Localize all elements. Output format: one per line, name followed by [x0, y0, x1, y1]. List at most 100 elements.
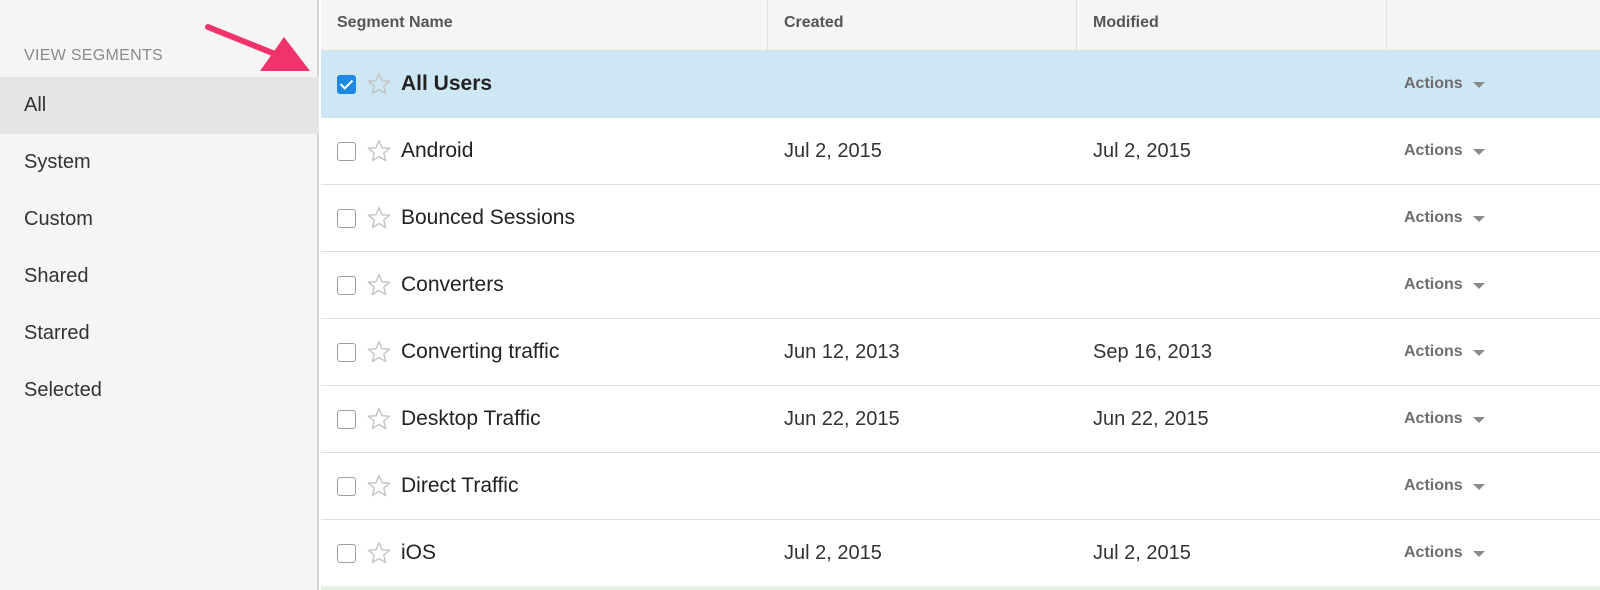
next-row-edge	[321, 586, 1600, 590]
actions-cell: Actions	[1387, 520, 1600, 587]
modified-date: Jul 2, 2015	[1093, 139, 1191, 162]
created-date: Jun 22, 2015	[784, 407, 900, 430]
segment-name[interactable]: Direct Traffic	[401, 474, 518, 498]
row-checkbox[interactable]	[337, 342, 356, 362]
caret-down-icon	[1472, 350, 1485, 356]
actions-label: Actions	[1404, 477, 1463, 494]
star-icon[interactable]	[366, 71, 392, 97]
created-date	[768, 185, 1077, 252]
segment-name[interactable]: iOS	[401, 541, 436, 565]
modified-date: Jun 22, 2015	[1093, 407, 1209, 430]
actions-dropdown[interactable]: Actions	[1404, 410, 1485, 428]
actions-dropdown[interactable]: Actions	[1404, 544, 1485, 562]
caret-down-icon	[1472, 283, 1485, 289]
actions-dropdown[interactable]: Actions	[1404, 209, 1485, 227]
table-row[interactable]: Android Jul 2, 2015 Jul 2, 2015 Actions	[321, 118, 1600, 185]
table-header: Segment Name Created Modified	[321, 0, 1600, 51]
actions-dropdown[interactable]: Actions	[1404, 477, 1485, 495]
caret-down-icon	[1472, 82, 1485, 88]
row-checkbox[interactable]	[337, 74, 356, 94]
star-icon[interactable]	[366, 406, 392, 432]
caret-down-icon	[1472, 216, 1485, 222]
segment-name-cell: Converting traffic	[321, 319, 768, 386]
row-checkbox[interactable]	[337, 141, 356, 161]
column-header-actions	[1387, 0, 1600, 51]
actions-cell: Actions	[1387, 252, 1600, 319]
segment-name[interactable]: All Users	[401, 72, 492, 96]
sidebar: VIEW SEGMENTS All System Custom Shared S…	[0, 0, 319, 590]
sidebar-item-all[interactable]: All	[0, 77, 319, 134]
modified-date	[1077, 252, 1387, 319]
actions-cell: Actions	[1387, 51, 1600, 118]
created-date	[768, 51, 1077, 118]
segment-name[interactable]: Android	[401, 139, 473, 163]
sidebar-heading: VIEW SEGMENTS	[24, 47, 164, 64]
actions-dropdown[interactable]: Actions	[1404, 142, 1485, 160]
actions-dropdown[interactable]: Actions	[1404, 276, 1485, 294]
star-icon[interactable]	[366, 272, 392, 298]
table-body: All Users Actions Android Jul 2, 2015 Jul 2,…	[321, 51, 1600, 587]
segment-name-cell: All Users	[321, 51, 768, 118]
modified-date	[1077, 453, 1387, 520]
sidebar-item-starred[interactable]: Starred	[0, 305, 319, 362]
caret-down-icon	[1472, 149, 1485, 155]
star-icon[interactable]	[366, 339, 392, 365]
actions-cell: Actions	[1387, 185, 1600, 252]
modified-date: Jul 2, 2015	[1093, 541, 1191, 564]
star-icon[interactable]	[366, 205, 392, 231]
segments-table: Segment Name Created Modified All Users A…	[321, 0, 1600, 590]
segment-name[interactable]: Desktop Traffic	[401, 407, 541, 431]
table-row[interactable]: Converters Actions	[321, 252, 1600, 319]
segment-name-cell: Bounced Sessions	[321, 185, 768, 252]
segment-name-cell: Direct Traffic	[321, 453, 768, 520]
table-row[interactable]: Direct Traffic Actions	[321, 453, 1600, 520]
segment-name[interactable]: Converting traffic	[401, 340, 559, 364]
table-row[interactable]: Converting traffic Jun 12, 2013 Sep 16, 20…	[321, 319, 1600, 386]
column-header-modified[interactable]: Modified	[1077, 0, 1387, 51]
actions-dropdown[interactable]: Actions	[1404, 75, 1485, 93]
actions-label: Actions	[1404, 410, 1463, 427]
star-icon[interactable]	[366, 138, 392, 164]
created-date: Jun 12, 2013	[784, 340, 900, 363]
segment-name[interactable]: Bounced Sessions	[401, 206, 575, 230]
star-icon[interactable]	[366, 540, 392, 566]
actions-cell: Actions	[1387, 386, 1600, 453]
actions-label: Actions	[1404, 276, 1463, 293]
column-header-segment-name[interactable]: Segment Name	[321, 0, 768, 51]
row-checkbox[interactable]	[337, 409, 356, 429]
segment-name-cell: Desktop Traffic	[321, 386, 768, 453]
row-checkbox[interactable]	[337, 208, 356, 228]
sidebar-item-custom[interactable]: Custom	[0, 191, 319, 248]
created-date: Jul 2, 2015	[784, 139, 882, 162]
created-date	[768, 252, 1077, 319]
modified-date	[1077, 51, 1387, 118]
table-row[interactable]: iOS Jul 2, 2015 Jul 2, 2015 Actions	[321, 520, 1600, 587]
actions-cell: Actions	[1387, 319, 1600, 386]
actions-label: Actions	[1404, 209, 1463, 226]
modified-date	[1077, 185, 1387, 252]
table-row[interactable]: All Users Actions	[321, 51, 1600, 118]
table-row[interactable]: Bounced Sessions Actions	[321, 185, 1600, 252]
row-checkbox[interactable]	[337, 543, 356, 563]
actions-label: Actions	[1404, 142, 1463, 159]
actions-cell: Actions	[1387, 118, 1600, 185]
sidebar-item-selected[interactable]: Selected	[0, 362, 319, 419]
modified-date: Sep 16, 2013	[1093, 340, 1212, 363]
sidebar-item-system[interactable]: System	[0, 134, 319, 191]
row-checkbox[interactable]	[337, 476, 356, 496]
row-checkbox[interactable]	[337, 275, 356, 295]
caret-down-icon	[1472, 551, 1485, 557]
actions-cell: Actions	[1387, 453, 1600, 520]
segment-name-cell: Android	[321, 118, 768, 185]
column-header-created[interactable]: Created	[768, 0, 1077, 51]
caret-down-icon	[1472, 417, 1485, 423]
segment-name[interactable]: Converters	[401, 273, 504, 297]
created-date	[768, 453, 1077, 520]
table-row[interactable]: Desktop Traffic Jun 22, 2015 Jun 22, 2015 A…	[321, 386, 1600, 453]
created-date: Jul 2, 2015	[784, 541, 882, 564]
star-icon[interactable]	[366, 473, 392, 499]
actions-dropdown[interactable]: Actions	[1404, 343, 1485, 361]
actions-label: Actions	[1404, 75, 1463, 92]
caret-down-icon	[1472, 484, 1485, 490]
sidebar-item-shared[interactable]: Shared	[0, 248, 319, 305]
